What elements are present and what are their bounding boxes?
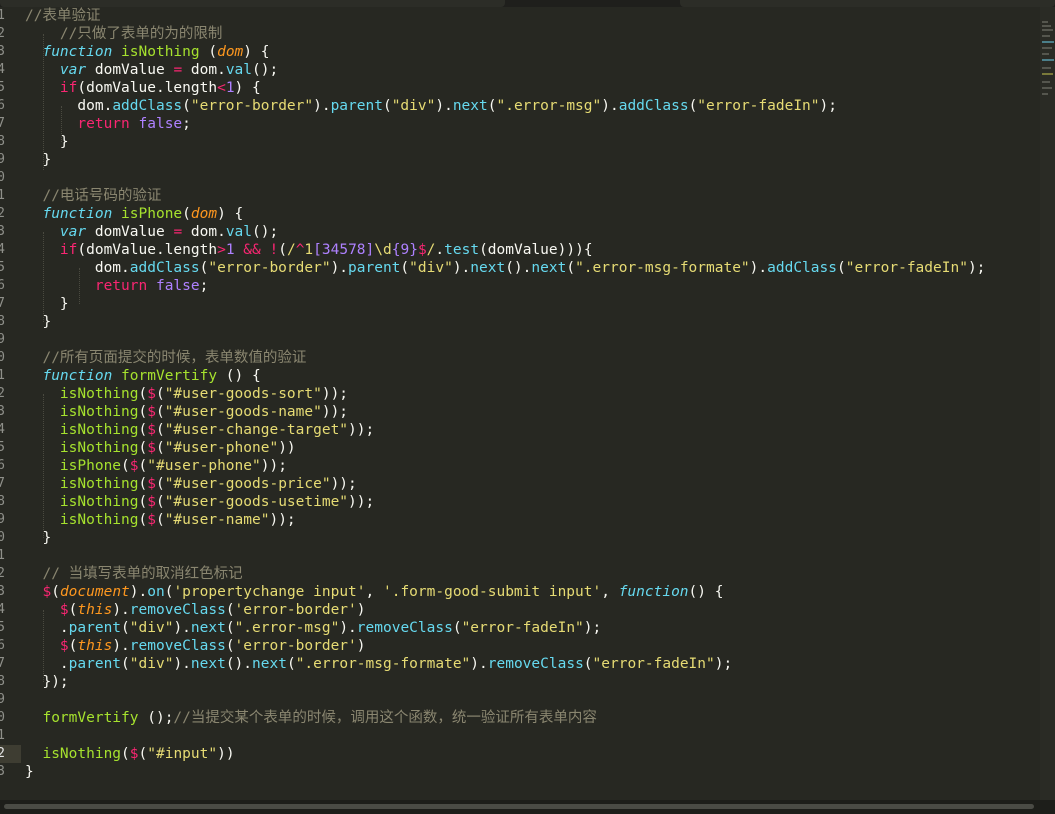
- code-line[interactable]: if(domValue.length<1) {: [25, 79, 261, 97]
- code-line[interactable]: //表单验证: [25, 7, 100, 25]
- code-line[interactable]: return false;: [25, 115, 191, 133]
- line-number: 8: [0, 134, 5, 149]
- line-number: 5: [0, 80, 5, 95]
- code-line[interactable]: var domValue = dom.val();: [25, 223, 278, 241]
- line-number: 3: [0, 584, 5, 599]
- code-line[interactable]: }: [25, 295, 69, 313]
- code-line[interactable]: dom.addClass("error-border").parent("div…: [25, 259, 986, 277]
- code-line[interactable]: dom.addClass("error-border").parent("div…: [25, 97, 837, 115]
- line-number: 0: [0, 350, 5, 365]
- code-line[interactable]: //电话号码的验证: [25, 187, 161, 205]
- indent-guide: [43, 232, 44, 322]
- code-line[interactable]: isNothing($("#input")): [25, 745, 234, 763]
- code-line[interactable]: .parent("div").next().next(".error-msg-f…: [25, 655, 732, 673]
- line-number: 0: [0, 710, 5, 725]
- line-number: 8: [0, 674, 5, 689]
- line-number: 3: [0, 764, 5, 779]
- code-line[interactable]: if(domValue.length>1 && !(/^1[34578]\d{9…: [25, 241, 593, 259]
- code-line[interactable]: isNothing($("#user-phone")): [25, 439, 296, 457]
- line-number: 5: [0, 260, 5, 275]
- line-number: 7: [0, 656, 5, 671]
- line-number: 2: [0, 206, 5, 221]
- line-number: 4: [0, 62, 5, 77]
- code-line[interactable]: //只做了表单的为的限制: [25, 25, 222, 43]
- line-number: 0: [0, 170, 5, 185]
- line-number: 2: [0, 746, 5, 761]
- code-line[interactable]: isNothing($("#user-name"));: [25, 511, 296, 529]
- code-line[interactable]: var domValue = dom.val();: [25, 61, 278, 79]
- code-line[interactable]: //所有页面提交的时候，表单数值的验证: [25, 349, 306, 367]
- line-number: 1: [0, 188, 5, 203]
- tab-bar: [0, 0, 1055, 7]
- line-number: 9: [0, 512, 5, 527]
- line-number: 9: [0, 332, 5, 347]
- line-number: 4: [0, 242, 5, 257]
- line-number: 1: [0, 728, 5, 743]
- line-number: 2: [0, 566, 5, 581]
- line-number: 7: [0, 296, 5, 311]
- line-number: 5: [0, 620, 5, 635]
- line-number: 9: [0, 152, 5, 167]
- line-number: 7: [0, 116, 5, 131]
- tab[interactable]: [680, 0, 1055, 7]
- line-number: 2: [0, 26, 5, 41]
- line-number: 8: [0, 314, 5, 329]
- line-number: 9: [0, 692, 5, 707]
- line-number: 6: [0, 458, 5, 473]
- line-number: 6: [0, 98, 5, 113]
- line-number: 3: [0, 224, 5, 239]
- tab[interactable]: [0, 0, 505, 7]
- code-line[interactable]: isNothing($("#user-goods-name"));: [25, 403, 348, 421]
- line-number: 7: [0, 476, 5, 491]
- code-line[interactable]: }: [25, 763, 34, 781]
- line-number: 1: [0, 548, 5, 563]
- code-line[interactable]: $(document).on('propertychange input', '…: [25, 583, 723, 601]
- code-line[interactable]: $(this).removeClass('error-border'): [25, 637, 366, 655]
- line-number: 6: [0, 638, 5, 653]
- code-line[interactable]: }: [25, 151, 51, 169]
- code-line[interactable]: isNothing($("#user-goods-sort"));: [25, 385, 348, 403]
- code-line[interactable]: isNothing($("#user-goods-price"));: [25, 475, 357, 493]
- line-number: 3: [0, 404, 5, 419]
- line-number-gutter: 1 2 3 4 5 6 7 8 9 0 1 2 3 4 5 6 7 8 9 0 1 2 3 4 5 6 7 8 9 0 1 2 3 4 5 6 7 8 9 0…: [0, 7, 21, 800]
- line-number: 6: [0, 278, 5, 293]
- indent-guide: [61, 106, 62, 142]
- code-line[interactable]: isPhone($("#user-phone"));: [25, 457, 287, 475]
- line-number: 4: [0, 602, 5, 617]
- code-editor[interactable]: 1 2 3 4 5 6 7 8 9 0 1 2 3 4 5 6 7 8 9 0 1 2 3 4 5 6 7 8 9 0 1 2 3 4 5 6 7 8 9 0…: [0, 7, 1040, 800]
- code-line[interactable]: isNothing($("#user-goods-usetime"));: [25, 493, 374, 511]
- code-line[interactable]: formVertify ();//当提交某个表单的时候，调用这个函数，统一验证所…: [25, 709, 596, 727]
- indent-guide: [79, 268, 80, 304]
- line-number: 3: [0, 44, 5, 59]
- code-line[interactable]: // 当填写表单的取消红色标记: [25, 565, 242, 583]
- code-line[interactable]: }: [25, 133, 69, 151]
- line-number: 4: [0, 422, 5, 437]
- line-number: 0: [0, 530, 5, 545]
- code-line[interactable]: return false;: [25, 277, 209, 295]
- minimap[interactable]: [1040, 7, 1055, 800]
- indent-guide: [43, 34, 44, 170]
- line-number: 5: [0, 440, 5, 455]
- line-number: 8: [0, 494, 5, 509]
- indent-guide: [43, 394, 44, 538]
- line-number: 2: [0, 386, 5, 401]
- code-line[interactable]: function formVertify () {: [25, 367, 260, 385]
- code-line[interactable]: function isNothing (dom) {: [25, 43, 269, 61]
- code-line[interactable]: }: [25, 529, 51, 547]
- horizontal-scrollbar[interactable]: [0, 800, 1055, 814]
- indent-guide: [43, 610, 44, 682]
- code-line[interactable]: function isPhone(dom) {: [25, 205, 243, 223]
- code-line[interactable]: .parent("div").next(".error-msg").remove…: [25, 619, 601, 637]
- code-line[interactable]: });: [25, 673, 68, 691]
- code-line[interactable]: isNothing($("#user-change-target"));: [25, 421, 374, 439]
- code-line[interactable]: }: [25, 313, 51, 331]
- scrollbar-thumb[interactable]: [4, 804, 1034, 809]
- line-number: 1: [0, 8, 5, 23]
- code-line[interactable]: $(this).removeClass('error-border'): [25, 601, 366, 619]
- line-number: 1: [0, 368, 5, 383]
